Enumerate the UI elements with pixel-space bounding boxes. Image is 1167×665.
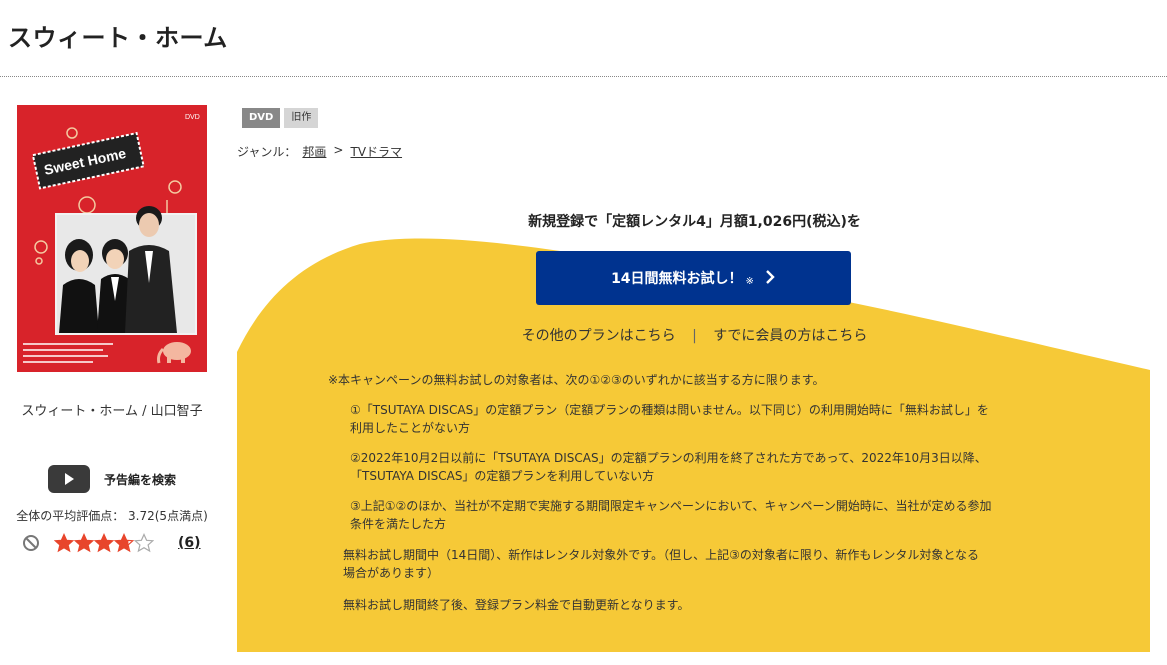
star-rating [54,533,154,553]
genre-breadcrumb: ジャンル： 邦画 > TVドラマ [237,143,402,160]
rating-row: (6) [22,533,201,553]
genre-link-hougaku[interactable]: 邦画 [302,143,326,160]
trailer-label: 予告編を検索 [104,472,177,487]
star-icon [134,533,154,553]
format-badges: DVD 旧作 [242,108,322,128]
plan-links: その他のプランはこちら | すでに会員の方はこちら [237,325,1152,345]
average-rating-text: 全体の平均評価点： 3.72(5点満点) [16,509,208,523]
cast-label: スウィート・ホーム / 山口智子 [21,404,203,419]
auto-renew-note: 無料お試し期間終了後、登録プラン料金で自動更新となります。 [343,598,690,612]
trial-period-note: 無料お試し期間中（14日間）、新作はレンタル対象外です。（但し、上記③の対象者に… [343,548,979,580]
other-plans-link[interactable]: その他のプランはこちら [522,328,676,344]
link-divider: | [692,328,697,344]
dvd-logo: DVD [185,114,200,121]
star-icon [94,533,114,553]
existing-member-link[interactable]: すでに会員の方はこちら [713,328,867,344]
eligibility-item-2: ②2022年10月2日以前に「TSUTAYA DISCAS」の定額プランの利用を… [350,451,987,483]
breadcrumb-separator: > [333,143,344,157]
asterisk-note: ※ [745,275,754,287]
star-icon [114,533,134,553]
dvd-badge: DVD [242,108,281,128]
old-release-badge: 旧作 [284,108,319,128]
promo-heading: 新規登録で「定額レンタル4」月額1,026円(税込)を [528,214,861,230]
notes-heading: ※本キャンペーンの無料お試しの対象者は、次の①②③のいずれかに該当する方に限りま… [328,373,825,387]
review-count-link[interactable]: (6) [178,535,201,551]
genre-link-tvdrama[interactable]: TVドラマ [350,143,402,160]
genre-label: ジャンル： [237,145,297,159]
free-trial-button[interactable]: 14日間無料お試し！ ※ [536,251,851,305]
eligibility-item-3: ③上記①②のほか、当社が不定期で実施する期間限定キャンペーンにおいて、キャンペー… [350,499,992,531]
eligibility-item-1: ①「TSUTAYA DISCAS」の定額プラン（定額プランの種類は問いません。以… [350,403,989,435]
free-trial-label: 14日間無料お試し！ [611,271,743,287]
dvd-cover-image[interactable]: DVD Sweet Home [17,105,207,372]
prohibited-icon[interactable] [22,534,40,552]
star-icon [74,533,94,553]
trailer-search-button[interactable]: 予告編を検索 [48,465,176,493]
play-icon [48,465,90,493]
chevron-right-icon [764,268,776,289]
star-icon [54,533,74,553]
